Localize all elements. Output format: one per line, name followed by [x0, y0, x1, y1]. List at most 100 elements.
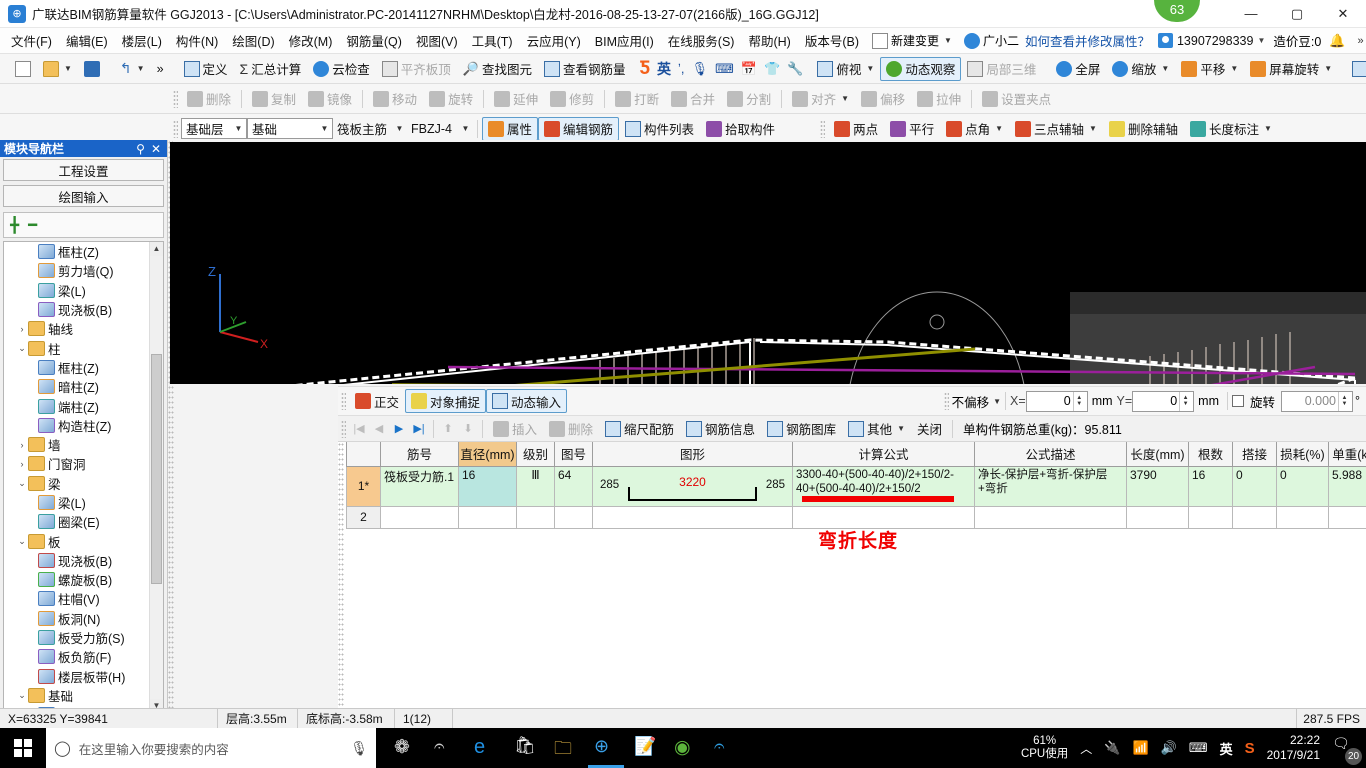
component-list-button[interactable]: 构件列表 — [619, 117, 700, 141]
cell-length[interactable]: 3790 — [1126, 465, 1189, 507]
toolbar-overflow-button[interactable]: » — [151, 57, 170, 81]
delete-axis-button[interactable]: 删除辅轴 — [1103, 117, 1184, 141]
rebar-info-button[interactable]: 钢筋信息 — [680, 417, 761, 441]
chevron-down-icon[interactable]: ⌄ — [16, 690, 28, 701]
cell-rebar-no[interactable] — [380, 505, 459, 529]
table-row[interactable]: 1* 筏板受力筋.1 16 Ⅲ 64 285 3220 285 3300-40+… — [346, 465, 1366, 507]
menu-item-rebar-qty[interactable]: 钢筋量(Q) — [339, 28, 409, 53]
menu-item-tools[interactable]: 工具(T) — [465, 28, 520, 53]
trim-button[interactable]: 修剪 — [544, 87, 600, 111]
tree-item-板受力筋S[interactable]: 板受力筋(S) — [4, 628, 149, 647]
app-edge-icon[interactable]: e — [474, 736, 498, 760]
sogou-logo-icon[interactable]: Ƽ — [639, 58, 650, 80]
tree-item-楼层板带H[interactable]: 楼层板带(H) — [4, 667, 149, 686]
undo-button[interactable]: ↰ ▼ — [114, 57, 151, 81]
cell-rebar-no[interactable]: 筏板受力筋.1 — [380, 465, 459, 507]
fullscreen-button[interactable]: 全屏 — [1050, 57, 1106, 81]
update-badge[interactable]: 63 — [1154, 0, 1200, 22]
menubar-overflow-icon[interactable]: » — [1354, 35, 1366, 47]
app-sogou-browser-icon[interactable]: ◉ — [674, 736, 698, 760]
pan-button[interactable]: 平移 ▼ — [1175, 57, 1244, 81]
column-header-shape[interactable]: 图形 — [592, 442, 793, 467]
close-icon[interactable]: ✕ — [151, 142, 161, 156]
sum-calc-button[interactable]: Σ 汇总计算 — [234, 57, 308, 81]
column-header-diameter[interactable]: 直径(mm) — [458, 442, 517, 467]
menu-item-floor[interactable]: 楼层(L) — [115, 28, 169, 53]
taskbar-clock[interactable]: 22:22 2017/9/21 — [1267, 733, 1320, 763]
chevron-up-icon[interactable]: ︿ — [1080, 740, 1092, 757]
3d-viewport[interactable]: Z X Y — [170, 142, 1366, 543]
tree-item-基础[interactable]: ⌄ 基础 — [4, 686, 149, 705]
screen-rotate-button[interactable]: 屏幕旋转 ▼ — [1244, 57, 1338, 81]
sogou-ime-icon[interactable]: S — [1245, 740, 1255, 757]
app-spiral-icon[interactable]: 𝄐 — [434, 736, 458, 760]
cell-lap[interactable]: 0 — [1232, 465, 1277, 507]
cortana-mic-icon[interactable]: 🎙 — [350, 740, 368, 757]
cell-unit-weight[interactable] — [1328, 505, 1366, 529]
tree-item-轴线[interactable]: › 轴线 — [4, 319, 149, 338]
align-slab-button[interactable]: 平齐板顶 — [376, 57, 457, 81]
other-button[interactable]: 其他 ▼ — [842, 417, 911, 441]
tree-item-端柱Z[interactable]: 端柱(Z) — [4, 396, 149, 415]
cell-diameter[interactable] — [458, 505, 517, 529]
taskbar-search-box[interactable]: ◯ 在这里输入你要搜索的内容 🎙 — [46, 728, 376, 768]
menu-item-bim[interactable]: BIM应用(I) — [588, 28, 661, 53]
move-up-icon[interactable]: ⬆ — [438, 422, 458, 435]
tree-scroll-area[interactable]: 框柱(Z) 剪力墙(Q) 梁(L) 现浇板(B) › 轴线 ⌄ 柱框柱(Z) 暗柱(Z) 端柱(Z… — [4, 242, 149, 713]
offset-button[interactable]: 偏移 — [855, 87, 911, 111]
ime-keyboard-icon[interactable]: ⌨ — [715, 61, 734, 77]
column-header-unit-weight[interactable]: 单重(kg) — [1328, 442, 1366, 467]
column-header-loss[interactable]: 损耗(%) — [1276, 442, 1329, 467]
sidebar-button-project-settings[interactable]: 工程设置 — [3, 159, 164, 181]
assistant-button[interactable]: 广小二 — [958, 30, 1025, 51]
scroll-thumb[interactable] — [151, 354, 162, 584]
scale-rebar-button[interactable]: 缩尺配筋 — [599, 417, 680, 441]
scroll-up-icon[interactable]: ▲ — [150, 242, 163, 256]
toolbar-grip[interactable] — [943, 392, 949, 410]
orbit-button[interactable]: 动态观察 — [880, 56, 962, 81]
length-dim-button[interactable]: 长度标注 ▼ — [1184, 117, 1278, 141]
notification-center-button[interactable]: 🗨 20 — [1332, 735, 1362, 765]
volume-icon[interactable]: 🔊 — [1161, 740, 1177, 756]
y-spinner[interactable]: ▲ ▼ — [1179, 391, 1191, 411]
menu-item-modify[interactable]: 修改(M) — [282, 28, 340, 53]
cell-loss[interactable] — [1276, 505, 1329, 529]
prev-record-icon[interactable]: ◀ — [369, 422, 389, 435]
tree-item-框柱Z[interactable]: 框柱(Z) — [4, 358, 149, 377]
bell-icon[interactable]: 🔔 — [1329, 33, 1345, 49]
tree-item-板洞N[interactable]: 板洞(N) — [4, 609, 149, 628]
keyboard-icon[interactable]: ⌨ — [1189, 740, 1208, 756]
ime-punct-icon[interactable]: ʼ, — [678, 61, 685, 76]
rotate-checkbox[interactable] — [1231, 395, 1244, 407]
move-down-icon[interactable]: ⬇ — [458, 422, 478, 435]
x-input[interactable]: 0 ▲ ▼ — [1025, 390, 1088, 412]
mirror-button[interactable]: 镜像 — [302, 87, 358, 111]
cell-formula[interactable]: 3300-40+(500-40-40)/2+150/2-40+(500-40-4… — [792, 465, 975, 507]
tree-item-暗柱Z[interactable]: 暗柱(Z) — [4, 377, 149, 396]
column-header-lap[interactable]: 搭接 — [1232, 442, 1277, 467]
tree-item-板负筋F[interactable]: 板负筋(F) — [4, 647, 149, 666]
tree-item-梁L[interactable]: 梁(L) — [4, 281, 149, 300]
app-explorer-icon[interactable]: 🗀 — [554, 736, 578, 760]
cell-fig-no[interactable]: 64 — [554, 465, 593, 507]
cloud-check-button[interactable]: 云检查 — [307, 57, 376, 81]
cell-length[interactable] — [1126, 505, 1189, 529]
toolbar-grip[interactable] — [341, 392, 346, 410]
toolbar-grip[interactable] — [820, 119, 826, 138]
tree-item-现浇板B[interactable]: 现浇板(B) — [4, 300, 149, 319]
ime-cn-icon[interactable]: 英 — [1220, 739, 1233, 758]
stretch-button[interactable]: 拉伸 — [911, 87, 967, 111]
define-button[interactable]: 定义 — [178, 57, 234, 81]
account-chip[interactable]: 13907298339 ▼ — [1157, 33, 1265, 48]
ime-shirt-icon[interactable]: 👕 — [764, 61, 780, 77]
tree-vertical-scrollbar[interactable]: ▲ ▼ — [149, 242, 163, 713]
object-snap-button[interactable]: 对象捕捉 — [405, 389, 487, 413]
break-button[interactable]: 打断 — [609, 87, 665, 111]
pin-icon[interactable]: ⚲ — [136, 142, 145, 156]
tree-item-现浇板B[interactable]: 现浇板(B) — [4, 551, 149, 570]
y-input[interactable]: 0 ▲ ▼ — [1132, 390, 1195, 412]
rotate-button[interactable]: 旋转 — [423, 87, 479, 111]
ime-mic-icon[interactable]: 🎙 — [692, 61, 709, 77]
move-button[interactable]: 移动 — [367, 87, 423, 111]
tree-item-板[interactable]: ⌄ 板 — [4, 531, 149, 550]
